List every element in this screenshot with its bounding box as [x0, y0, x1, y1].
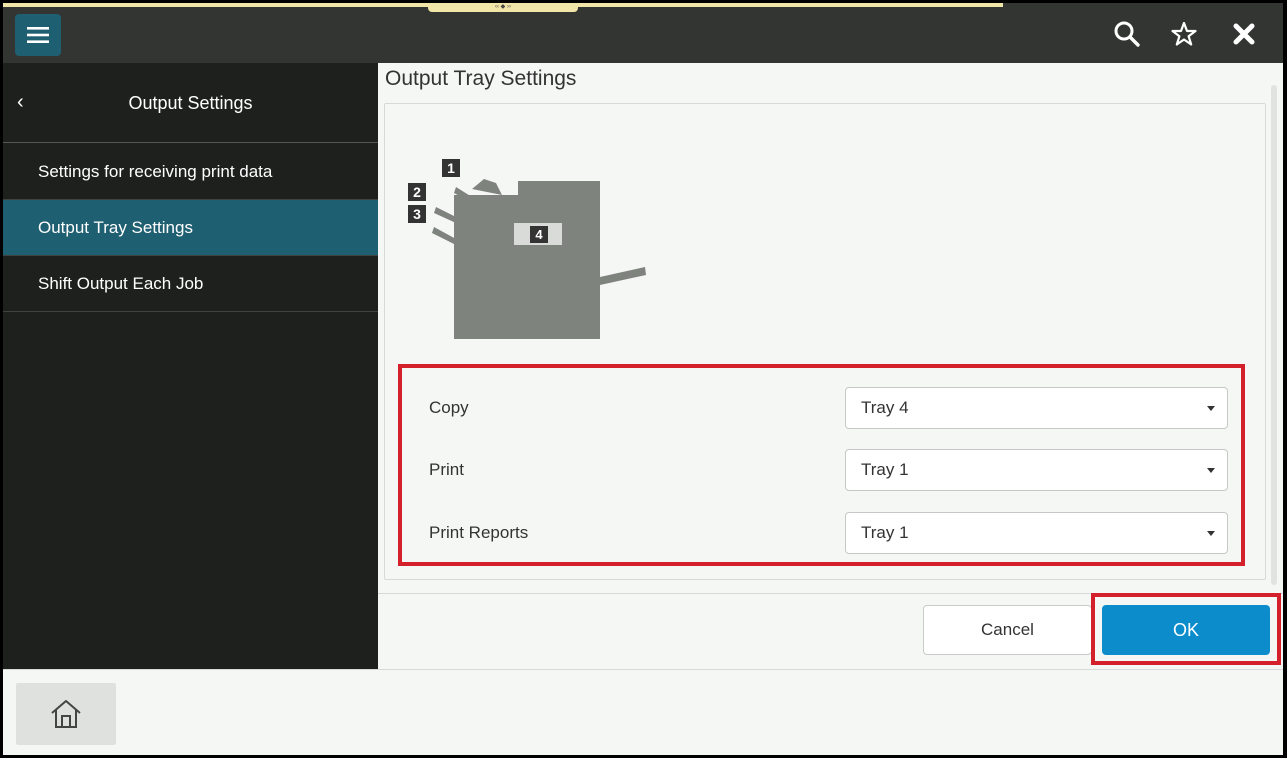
- chevron-down-icon: [1207, 531, 1215, 536]
- setting-label-copy: Copy: [429, 398, 469, 417]
- setting-row-copy: Copy Tray 4: [402, 387, 1241, 429]
- tray-2-number: 2: [413, 184, 421, 200]
- tray-1-number: 1: [447, 160, 455, 176]
- cancel-button[interactable]: Cancel: [923, 605, 1092, 655]
- home-button[interactable]: [16, 683, 116, 745]
- print-reports-tray-value: Tray 1: [861, 523, 909, 542]
- print-tray-select[interactable]: Tray 1: [845, 449, 1228, 491]
- hamburger-menu-icon: [27, 27, 49, 43]
- output-tray-settings-group: Copy Tray 4 Print Tray 1 Print Reports T…: [398, 364, 1245, 566]
- bottom-bar: [3, 669, 1283, 755]
- close-icon: [1233, 23, 1255, 45]
- top-drag-handle[interactable]: ‹‹ ◆ ››: [428, 3, 578, 12]
- app-window: ‹‹ ◆ ›› ‹ Output Settings Settings for r…: [3, 3, 1283, 755]
- sidebar-header: ‹ Output Settings: [3, 63, 378, 143]
- page-title: Output Tray Settings: [385, 67, 577, 90]
- star-icon: [1171, 21, 1197, 46]
- search-button[interactable]: [1110, 17, 1144, 51]
- close-button[interactable]: [1227, 17, 1261, 51]
- sidebar-item-receiving-print-data[interactable]: Settings for receiving print data: [3, 144, 378, 200]
- search-icon: [1114, 21, 1140, 47]
- vertical-scrollbar[interactable]: [1271, 85, 1277, 585]
- setting-label-print: Print: [429, 460, 464, 479]
- sidebar-item-shift-output-each-job[interactable]: Shift Output Each Job: [3, 256, 378, 312]
- chevron-down-icon: [1207, 406, 1215, 411]
- setting-label-print-reports: Print Reports: [429, 523, 529, 542]
- top-bar: ‹‹ ◆ ››: [3, 3, 1283, 63]
- sidebar-item-output-tray-settings[interactable]: Output Tray Settings: [3, 200, 378, 256]
- tray-4-number: 4: [535, 227, 543, 242]
- printer-diagram: 1 2 3 4: [408, 159, 646, 339]
- menu-button[interactable]: [15, 14, 61, 56]
- print-reports-tray-select[interactable]: Tray 1: [845, 512, 1228, 554]
- finisher-upper: [518, 181, 600, 201]
- copy-tray-value: Tray 4: [861, 398, 909, 417]
- finisher-main: [454, 195, 600, 339]
- print-tray-value: Tray 1: [861, 460, 909, 479]
- tray-3-shape: [432, 227, 456, 245]
- ok-button[interactable]: OK: [1102, 605, 1270, 655]
- favorite-button[interactable]: [1167, 17, 1201, 51]
- back-button[interactable]: ‹: [17, 89, 39, 115]
- sidebar: ‹ Output Settings Settings for receiving…: [3, 63, 378, 669]
- side-tray-shape: [600, 267, 646, 285]
- chevron-down-icon: [1207, 468, 1215, 473]
- tray-3-number: 3: [413, 206, 421, 222]
- copy-tray-select[interactable]: Tray 4: [845, 387, 1228, 429]
- home-icon: [51, 700, 81, 728]
- tray-2-shape: [434, 207, 456, 223]
- setting-row-print-reports: Print Reports Tray 1: [402, 512, 1241, 554]
- sidebar-title: Output Settings: [128, 93, 253, 113]
- setting-row-print: Print Tray 1: [402, 449, 1241, 491]
